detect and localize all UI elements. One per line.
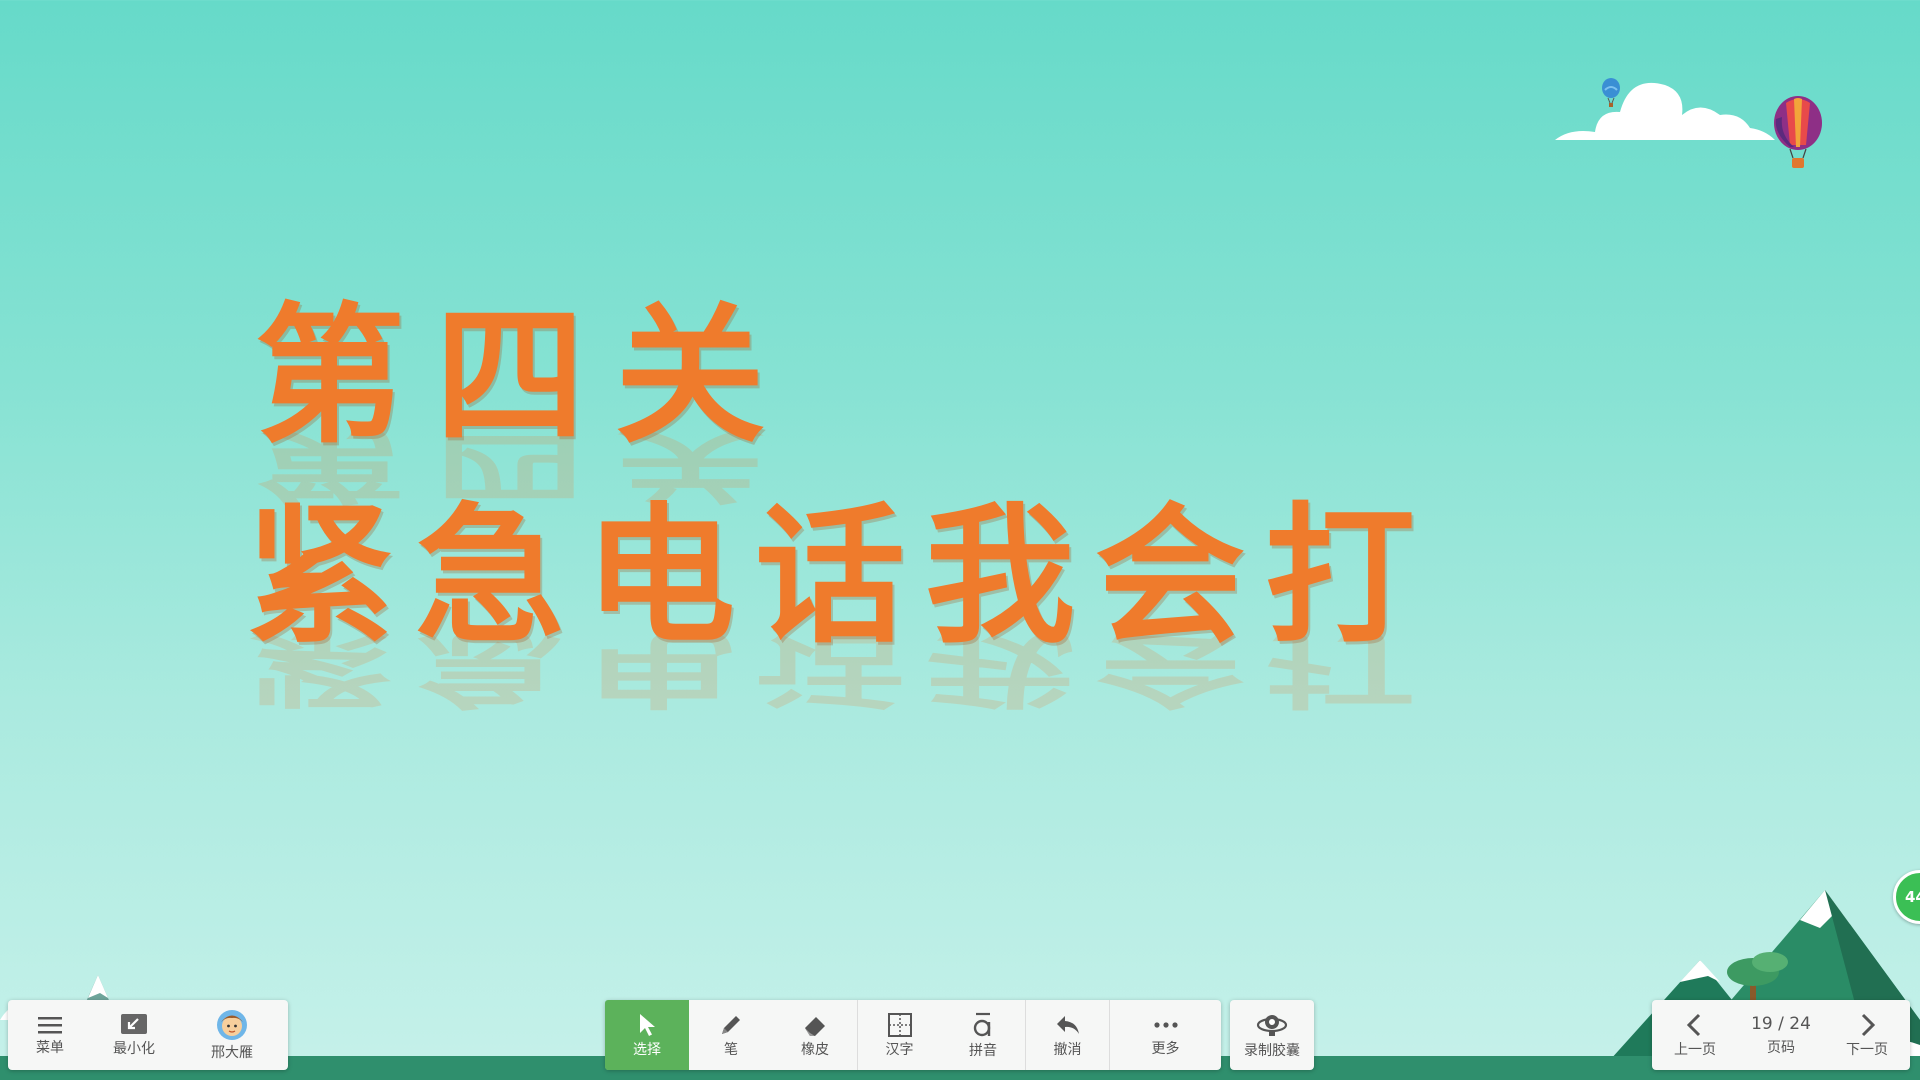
chevron-left-icon bbox=[1686, 1013, 1701, 1037]
minimize-icon bbox=[121, 1014, 147, 1034]
record-capsule-button[interactable]: 录制胶囊 bbox=[1230, 1000, 1314, 1070]
more-label: 更多 bbox=[1151, 1041, 1180, 1057]
eraser-tool-label: 橡皮 bbox=[801, 1042, 829, 1058]
record-icon bbox=[1256, 1015, 1288, 1036]
menu-icon bbox=[38, 1017, 62, 1034]
prev-page-label: 上一页 bbox=[1674, 1042, 1716, 1058]
cursor-icon bbox=[640, 1014, 655, 1036]
minimize-button[interactable]: 最小化 bbox=[92, 1000, 176, 1070]
eraser-icon bbox=[805, 1017, 825, 1036]
badge-text: 44 bbox=[1905, 888, 1920, 906]
cloud-decoration bbox=[1555, 82, 1775, 140]
undo-button[interactable]: 撤消 bbox=[1025, 1000, 1109, 1070]
select-tool-button[interactable]: 选择 bbox=[605, 1000, 689, 1070]
pinyin-tool-button[interactable]: 拼音 bbox=[941, 1000, 1025, 1070]
page-number-label: 页码 bbox=[1767, 1040, 1795, 1056]
hanzi-tool-label: 汉字 bbox=[885, 1042, 914, 1058]
hanzi-grid-icon bbox=[887, 1013, 912, 1037]
slide-title-line1: 第四关 bbox=[255, 288, 796, 464]
hanzi-tool-button[interactable]: 汉字 bbox=[857, 1000, 941, 1070]
menu-button[interactable]: 菜单 bbox=[8, 1000, 92, 1070]
select-tool-label: 选择 bbox=[633, 1042, 661, 1058]
record-toolbar: 录制胶囊 bbox=[1230, 1000, 1314, 1070]
page-navigation: 上一页 19 / 24 页码 下一页 bbox=[1652, 1000, 1910, 1070]
pen-tool-button[interactable]: 笔 bbox=[689, 1000, 773, 1070]
undo-label: 撤消 bbox=[1053, 1042, 1082, 1058]
drawing-toolbar: 选择 笔 橡皮 汉字 拼音 撤消 更多 bbox=[605, 1000, 1221, 1070]
avatar bbox=[217, 1010, 247, 1040]
pinyin-icon bbox=[973, 1012, 991, 1037]
user-profile-button[interactable]: 邢大雁 bbox=[176, 1000, 288, 1070]
menu-label: 菜单 bbox=[36, 1040, 64, 1056]
pen-tool-label: 笔 bbox=[724, 1042, 738, 1058]
slide-canvas: 第四关 紧急电话我会打 第四关 紧急电话我会打 bbox=[0, 0, 1920, 1080]
eraser-tool-button[interactable]: 橡皮 bbox=[773, 1000, 857, 1070]
next-page-button[interactable]: 下一页 bbox=[1824, 1000, 1910, 1070]
more-icon bbox=[1153, 1022, 1178, 1028]
small-balloon-decoration bbox=[1602, 78, 1620, 107]
page-number-button[interactable]: 19 / 24 页码 bbox=[1738, 1000, 1824, 1070]
record-capsule-label: 录制胶囊 bbox=[1244, 1043, 1300, 1059]
chevron-right-icon bbox=[1861, 1013, 1876, 1037]
next-page-label: 下一页 bbox=[1846, 1042, 1888, 1058]
more-button[interactable]: 更多 bbox=[1109, 1000, 1221, 1070]
pinyin-tool-label: 拼音 bbox=[969, 1043, 997, 1059]
prev-page-button[interactable]: 上一页 bbox=[1652, 1000, 1738, 1070]
hot-air-balloon-decoration bbox=[1774, 96, 1822, 168]
slide-title-line2: 紧急电话我会打 bbox=[245, 488, 1436, 664]
page-number-display: 19 / 24 bbox=[1751, 1014, 1811, 1034]
minimize-label: 最小化 bbox=[113, 1041, 155, 1057]
left-toolbar: 菜单 最小化 邢大雁 bbox=[8, 1000, 288, 1070]
user-name-label: 邢大雁 bbox=[211, 1045, 253, 1061]
pen-icon bbox=[722, 1016, 740, 1034]
undo-icon bbox=[1056, 1016, 1079, 1034]
